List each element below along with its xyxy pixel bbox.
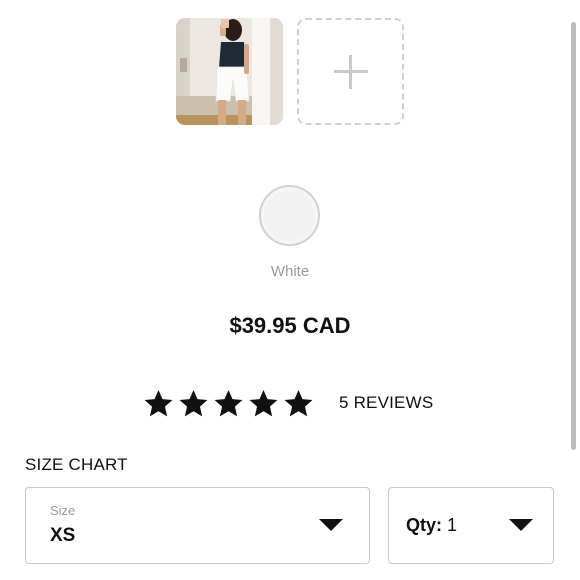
caret-down-icon: [509, 519, 533, 531]
product-price: $39.95 CAD: [229, 313, 351, 338]
product-photo-thumbnail[interactable]: [176, 18, 283, 125]
plus-icon: [333, 54, 368, 89]
quantity-select[interactable]: Qty: 1: [388, 487, 554, 564]
star-rating[interactable]: [143, 386, 318, 420]
scrollbar[interactable]: [571, 22, 576, 450]
size-select[interactable]: Size XS: [25, 487, 370, 564]
size-select-caption: Size: [50, 503, 76, 518]
color-name-label: White: [270, 263, 310, 280]
swatch-fill: [264, 190, 315, 241]
quantity-label: Qty:: [406, 515, 442, 535]
product-photo-image: [176, 18, 283, 125]
color-swatch-white[interactable]: [259, 185, 320, 246]
star-icon: [249, 389, 278, 416]
star-icon: [284, 389, 313, 416]
size-chart-link[interactable]: SIZE CHART: [25, 455, 128, 475]
star-icon: [144, 389, 173, 416]
star-icon: [214, 389, 243, 416]
star-icon: [179, 389, 208, 416]
caret-down-icon: [319, 519, 343, 531]
quantity-text: Qty: 1: [406, 515, 457, 536]
product-detail-page: White $39.95 CAD 5 REVIEWS SIZE CHART Si…: [0, 0, 580, 580]
add-photo-button[interactable]: [297, 18, 404, 125]
reviews-link[interactable]: 5 REVIEWS: [339, 393, 433, 413]
size-select-value: XS: [50, 525, 76, 546]
quantity-value: 1: [447, 515, 458, 535]
